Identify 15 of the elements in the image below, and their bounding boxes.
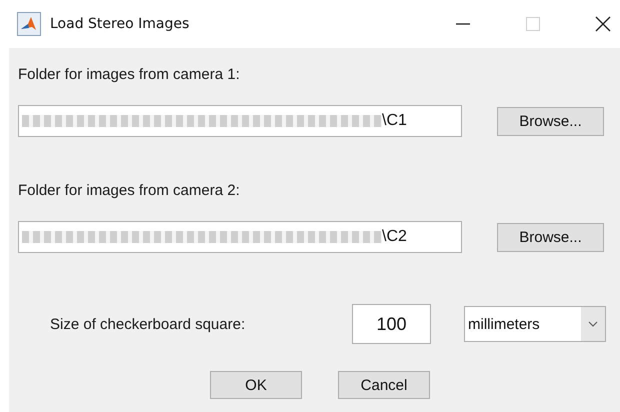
- app-icon: [17, 12, 41, 36]
- cancel-button[interactable]: Cancel: [338, 371, 430, 399]
- square-size-field[interactable]: 100: [352, 304, 431, 344]
- folder-path-field[interactable]: \C1: [18, 105, 462, 137]
- browse-button[interactable]: Browse...: [497, 222, 604, 252]
- folder-label: Folder for images from camera 1:: [18, 66, 241, 83]
- window-title: Load Stereo Images: [50, 16, 190, 32]
- ok-button[interactable]: OK: [210, 371, 302, 399]
- browse-button[interactable]: Browse...: [497, 106, 604, 136]
- square-size-label: Size of checkerboard square:: [50, 316, 246, 332]
- folder-path-field[interactable]: \C2: [18, 221, 462, 253]
- chevron-down-icon: [588, 321, 598, 327]
- unit-dropdown[interactable]: millimeters: [464, 306, 606, 342]
- folder-label: Folder for images from camera 2:: [18, 182, 241, 199]
- close-icon[interactable]: [595, 16, 611, 32]
